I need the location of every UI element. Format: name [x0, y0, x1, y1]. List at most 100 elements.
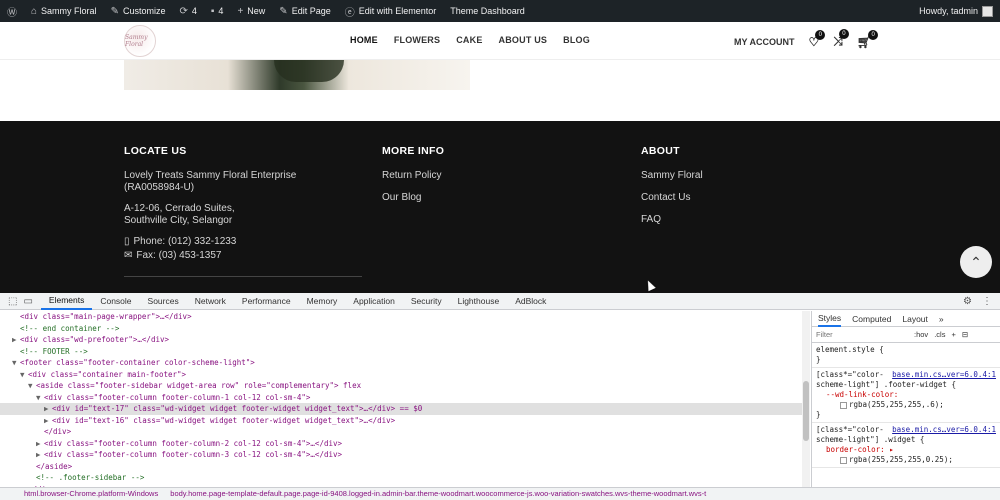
dom-node[interactable]: ▶ <div class="footer-column footer-column… [0, 438, 810, 450]
cart-button[interactable]: 🛒︎ 0 [857, 29, 879, 49]
tab-computed[interactable]: Computed [852, 314, 891, 324]
wishlist-button[interactable]: ♡ 0 [809, 29, 826, 49]
dom-node[interactable]: <!-- .footer-sidebar --> [0, 472, 810, 484]
dom-node[interactable]: ▶ <div id="text-16" class="wd-widget widg… [0, 415, 810, 427]
nav-item-cake[interactable]: CAKE [456, 35, 482, 45]
html-tag: <div id="text-16" class="wd-widget widge… [52, 415, 396, 425]
tab-adblock[interactable]: AdBlock [507, 293, 554, 310]
footer-column-locate: LOCATE US Lovely Treats Sammy Floral Ent… [124, 145, 364, 264]
tab-elements[interactable]: Elements [40, 293, 93, 310]
rule1-source-link[interactable]: base.min.cs…ver=6.0.4:1 [892, 370, 996, 380]
dom-node[interactable]: <!-- FOOTER --> [0, 346, 810, 358]
html-comment: <!-- .footer-sidebar --> [36, 473, 145, 482]
dom-node[interactable]: ▼ <aside class="footer-sidebar widget-are… [0, 380, 810, 392]
dom-node[interactable]: <div class="main-page-wrapper">…</div> [0, 311, 810, 323]
rule1-property[interactable]: --wd-link-color: [816, 390, 996, 400]
hero-image [124, 60, 470, 90]
rule2-source-link[interactable]: base.min.cs…ver=6.0.4:1 [892, 425, 996, 435]
theme-dashboard-label: Theme Dashboard [450, 6, 525, 16]
color-swatch[interactable] [840, 456, 847, 464]
faq-link[interactable]: FAQ [641, 214, 703, 225]
class-toggle-button[interactable]: .cls [934, 330, 945, 339]
dom-node[interactable]: <!-- end container --> [0, 323, 810, 335]
phone-line: ▯ Phone: (012) 332-1233 [124, 236, 364, 247]
dom-node[interactable]: ▼ <footer class="footer-container color-s… [0, 357, 810, 369]
dom-node[interactable]: </div> [0, 426, 810, 438]
rule2-value[interactable]: rgba(255,255,255,0.25); [849, 455, 953, 464]
tab-network[interactable]: Network [187, 293, 234, 310]
tab-security[interactable]: Security [403, 293, 450, 310]
tab-styles[interactable]: Styles [818, 311, 842, 327]
expand-arrow-icon[interactable]: ▶ [12, 334, 20, 346]
wordpress-logo-button[interactable]: Ⓦ [0, 0, 24, 22]
more-options-icon[interactable]: ⋮ [982, 296, 992, 307]
elements-scrollbar[interactable] [802, 311, 810, 487]
customize-link[interactable]: ✎ Customize [104, 0, 173, 22]
inspect-element-icon[interactable]: ⬚ [8, 296, 17, 307]
edit-page-link[interactable]: ✎ Edit Page [272, 0, 337, 22]
my-account-link[interactable]: MY ACCOUNT [734, 37, 795, 47]
footer-divider [124, 276, 362, 277]
styles-pane: Styles Computed Layout » :hov .cls + ⊟ e… [811, 311, 1000, 487]
return-policy-link[interactable]: Return Policy [382, 170, 444, 181]
collapse-arrow-icon[interactable]: ▼ [28, 380, 36, 392]
toggle-sidebar-icon[interactable]: ⊟ [962, 330, 968, 339]
scroll-to-top-button[interactable]: ⌃ [960, 246, 992, 278]
dom-node[interactable]: ▶ <div class="wd-prefooter">…</div> [0, 334, 810, 346]
comments-link[interactable]: ▪ 4 [204, 0, 231, 22]
nav-item-about-us[interactable]: ABOUT US [499, 35, 548, 45]
dom-node[interactable]: ▶ <div class="footer-column footer-column… [0, 449, 810, 461]
expand-arrow-icon[interactable]: ▶ [44, 403, 52, 415]
contact-us-link[interactable]: Contact Us [641, 192, 703, 203]
hover-state-button[interactable]: :hov [914, 330, 928, 339]
tab-layout[interactable]: Layout [902, 314, 928, 324]
devtools-panel: ⬚ ▭ Elements Console Sources Network Per… [0, 293, 1000, 500]
more-tabs-button[interactable]: » [939, 314, 944, 324]
breadcrumb-body[interactable]: body.home.page-template-default.page.pag… [170, 489, 706, 498]
site-name-link[interactable]: ⌂ Sammy Floral [24, 0, 104, 22]
updates-link[interactable]: ⟳ 4 [172, 0, 203, 22]
dom-node[interactable]: ▼ <div class="footer-column footer-column… [0, 392, 810, 404]
html-tag: <div class="footer-column footer-column-… [44, 438, 343, 448]
tab-sources[interactable]: Sources [140, 293, 187, 310]
scrollbar-thumb[interactable] [803, 381, 809, 441]
cart-count-badge: 0 [868, 29, 879, 40]
html-tag: <div class="main-page-wrapper">…</div> [20, 312, 192, 321]
dom-node-selected[interactable]: ▶ <div id="text-17" class="wd-widget widg… [0, 403, 810, 415]
tab-memory[interactable]: Memory [299, 293, 346, 310]
new-content-link[interactable]: + New [230, 0, 272, 22]
collapse-arrow-icon[interactable]: ▼ [20, 369, 28, 381]
tab-application[interactable]: Application [345, 293, 403, 310]
sammy-floral-link[interactable]: Sammy Floral [641, 170, 703, 181]
elementor-link[interactable]: ⓔ Edit with Elementor [338, 0, 444, 22]
expand-arrow-icon[interactable]: ▶ [44, 415, 52, 427]
styles-filter-input[interactable] [816, 330, 908, 339]
our-blog-link[interactable]: Our Blog [382, 192, 444, 203]
tab-lighthouse[interactable]: Lighthouse [450, 293, 508, 310]
expand-arrow-icon[interactable]: ▶ [36, 438, 44, 450]
tab-console[interactable]: Console [92, 293, 139, 310]
expand-arrow-icon[interactable]: ▶ [36, 449, 44, 461]
element-style-selector: element.style { [816, 345, 884, 354]
color-swatch[interactable] [840, 401, 847, 409]
my-account-menu[interactable]: Howdy, tadmin [912, 0, 1000, 22]
breadcrumb-html[interactable]: html.browser-Chrome.platform-Windows [24, 489, 158, 498]
new-rule-button[interactable]: + [951, 330, 955, 339]
collapse-arrow-icon[interactable]: ▼ [36, 392, 44, 404]
collapse-arrow-icon[interactable]: ▼ [12, 357, 20, 369]
nav-item-blog[interactable]: BLOG [563, 35, 590, 45]
rule2-property[interactable]: border-color: ▸ [816, 445, 996, 455]
customize-label: Customize [122, 6, 166, 16]
rule1-value[interactable]: rgba(255,255,255,.6); [849, 400, 944, 409]
compare-button[interactable]: ⤨ 0 [833, 29, 849, 49]
device-toolbar-icon[interactable]: ▭ [23, 296, 32, 307]
nav-item-home[interactable]: HOME [350, 35, 378, 45]
gear-icon[interactable]: ⚙ [963, 296, 972, 307]
theme-dashboard-link[interactable]: Theme Dashboard [443, 0, 532, 22]
styles-filter-bar: :hov .cls + ⊟ [812, 327, 1000, 343]
site-logo[interactable]: Sammy Floral [124, 25, 156, 57]
nav-item-flowers[interactable]: FLOWERS [394, 35, 440, 45]
dom-node[interactable]: ▼ <div class="container main-footer"> [0, 369, 810, 381]
tab-performance[interactable]: Performance [234, 293, 299, 310]
dom-node[interactable]: </aside> [0, 461, 810, 473]
